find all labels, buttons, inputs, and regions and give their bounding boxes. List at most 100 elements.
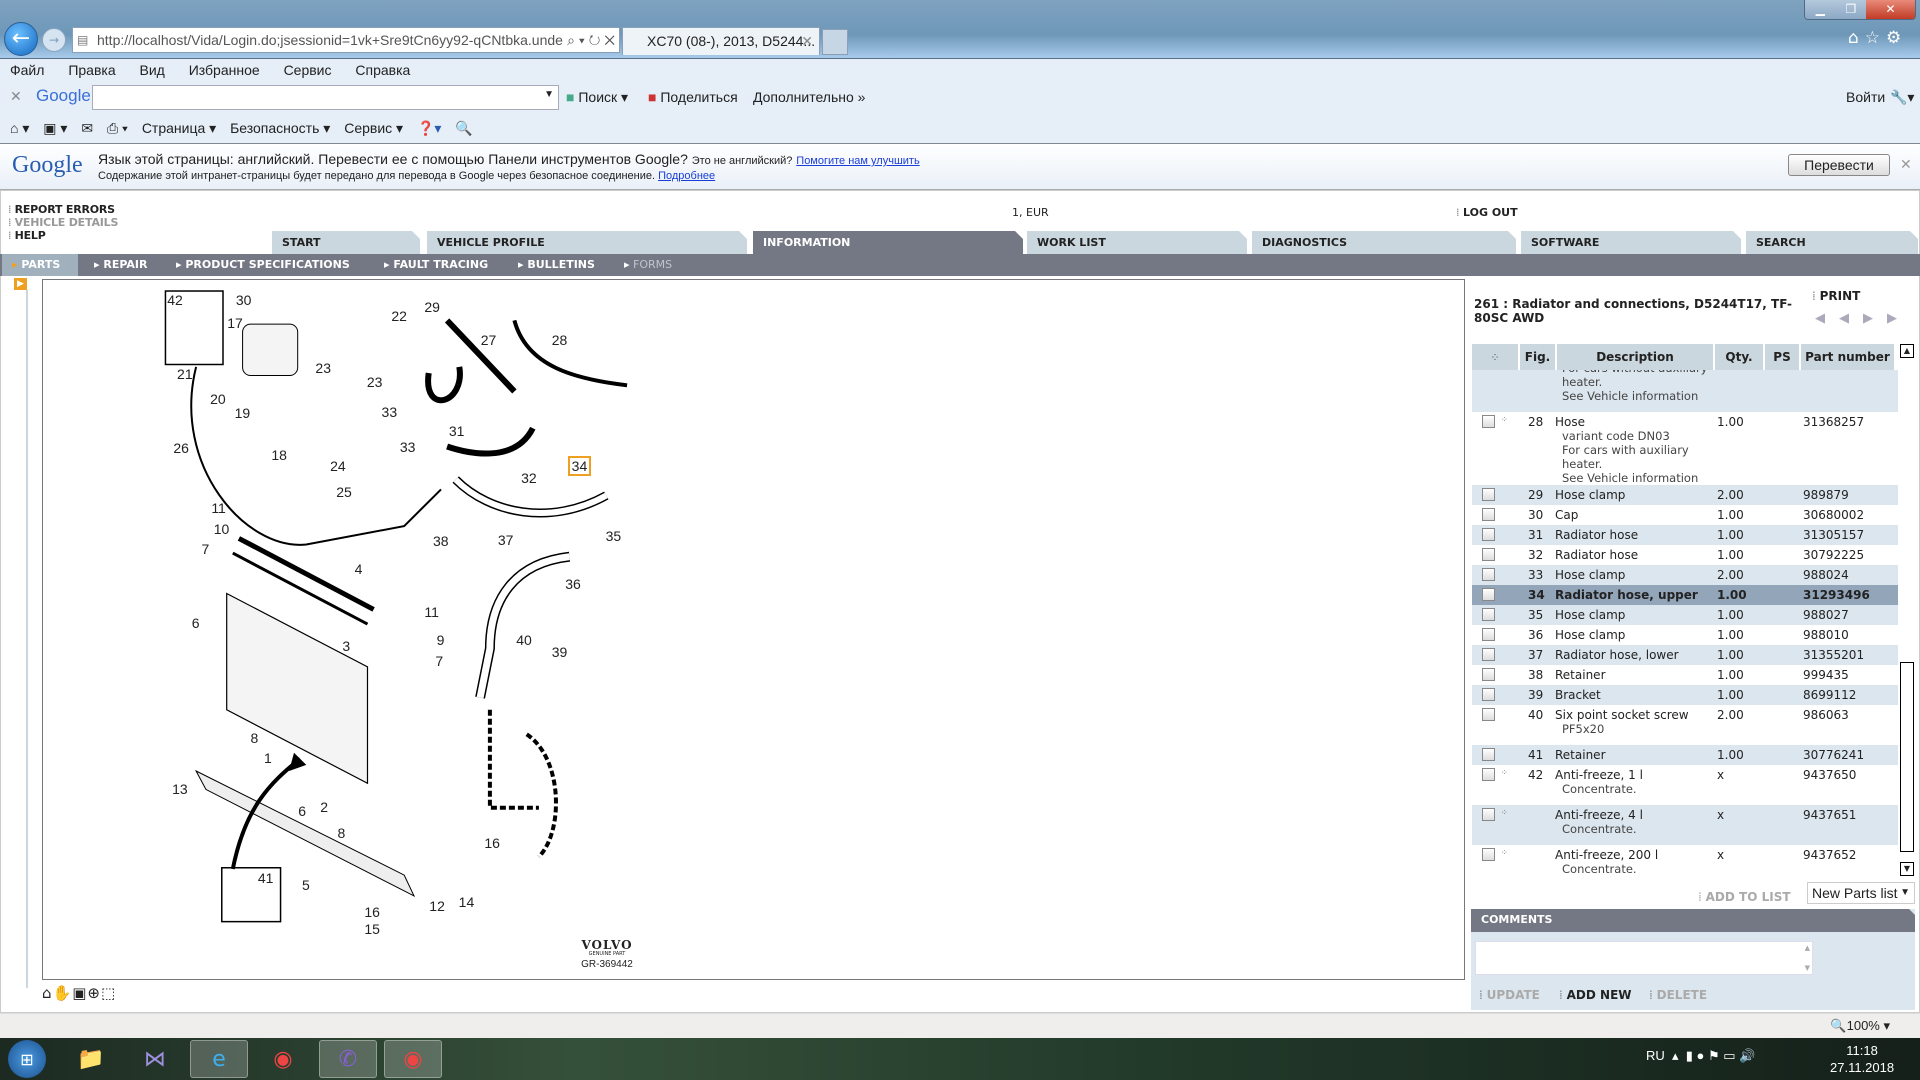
table-row[interactable]: 36 Hose clamp 1.00 988010 [1472, 625, 1898, 645]
row-checkbox[interactable] [1482, 568, 1495, 581]
row-checkbox[interactable] [1482, 528, 1495, 541]
login-button[interactable]: Войти [1846, 89, 1885, 105]
callout-21[interactable]: 21 [177, 366, 193, 382]
subtab-product-specifications[interactable]: PRODUCT SPECIFICATIONS [166, 254, 349, 276]
callout-31[interactable]: 31 [449, 423, 465, 439]
callout-35[interactable]: 35 [606, 528, 622, 544]
callout-8[interactable]: 8 [251, 730, 259, 746]
help-link[interactable]: HELP [8, 229, 46, 242]
callout-16[interactable]: 16 [364, 904, 380, 920]
callout-13[interactable]: 13 [172, 781, 188, 797]
menu-tools[interactable]: Сервис [284, 62, 332, 78]
more-info-link[interactable]: Подробнее [658, 170, 715, 182]
tab-software[interactable]: SOFTWARE [1521, 231, 1741, 254]
page-menu[interactable]: Страница ▾ [142, 120, 216, 136]
table-row[interactable]: 30 Cap 1.00 30680002 [1472, 505, 1898, 525]
callout-42[interactable]: 42 [167, 292, 183, 308]
callout-40[interactable]: 40 [516, 632, 532, 648]
expand-icon[interactable]: ⁘ [1501, 768, 1508, 805]
callout-29[interactable]: 29 [424, 299, 440, 315]
row-checkbox[interactable] [1482, 648, 1495, 661]
row-checkbox[interactable] [1482, 808, 1495, 821]
callout-33[interactable]: 33 [400, 439, 416, 455]
safety-menu[interactable]: Безопасность ▾ [230, 120, 330, 136]
callout-9[interactable]: 9 [437, 632, 445, 648]
table-row[interactable]: 29 Hose clamp 2.00 989879 [1472, 485, 1898, 505]
menu-help[interactable]: Справка [355, 62, 410, 78]
print-link[interactable]: PRINT [1812, 289, 1861, 303]
callout-19[interactable]: 19 [235, 405, 251, 421]
update-button[interactable]: UPDATE [1479, 988, 1540, 1002]
callout-25[interactable]: 25 [336, 484, 352, 500]
expand-icon[interactable]: ⁘ [1501, 848, 1508, 876]
callout-23[interactable]: 23 [367, 374, 383, 390]
chrome-icon[interactable]: ◉ [384, 1040, 442, 1078]
table-row[interactable]: 33 Hose clamp 2.00 988024 [1472, 565, 1898, 585]
callout-17[interactable]: 17 [227, 315, 243, 331]
callout-32[interactable]: 32 [521, 470, 537, 486]
tab-search[interactable]: SEARCH [1746, 231, 1918, 254]
close-toolbar-icon[interactable]: ✕ [10, 88, 22, 105]
callout-12[interactable]: 12 [429, 898, 445, 914]
tab-diagnostics[interactable]: DIAGNOSTICS [1252, 231, 1516, 254]
vehicle-details-link[interactable]: VEHICLE DETAILS [8, 216, 119, 229]
mail-icon[interactable]: ✉ [81, 120, 93, 136]
browser-tab[interactable]: XC70 (08-), 2013, D5244... ✕ [622, 27, 820, 55]
table-row[interactable]: 35 Hose clamp 1.00 988027 [1472, 605, 1898, 625]
callout-5[interactable]: 5 [302, 877, 310, 893]
print-icon[interactable]: ⎙ ▾ [107, 120, 128, 136]
table-scrollbar[interactable]: ▲ ▼ [1900, 344, 1914, 876]
scroll-up-icon[interactable]: ▲ [1900, 344, 1914, 358]
minimize-button[interactable]: ▁ [1805, 0, 1836, 19]
callout-7[interactable]: 7 [202, 541, 210, 557]
new-tab-button[interactable] [822, 29, 848, 55]
tab-information[interactable]: INFORMATION [753, 231, 1023, 254]
callout-6[interactable]: 6 [298, 803, 306, 819]
address-bar[interactable]: ▤ http://localhost/Vida/Login.do;jsessio… [72, 27, 620, 53]
callout-14[interactable]: 14 [459, 894, 475, 910]
table-row[interactable]: 31 Radiator hose 1.00 31305157 [1472, 525, 1898, 545]
close-translate-icon[interactable]: ✕ [1900, 156, 1912, 173]
visual-studio-icon[interactable]: ⋈ [126, 1040, 184, 1078]
more-button[interactable]: Дополнительно » [753, 89, 865, 105]
wrench-icon[interactable]: 🔧▾ [1890, 89, 1914, 106]
help-improve-link[interactable]: Помогите нам улучшить [796, 155, 919, 167]
row-checkbox[interactable] [1482, 848, 1495, 861]
callout-1[interactable]: 1 [264, 750, 272, 766]
tools-menu[interactable]: Сервис ▾ [344, 120, 403, 136]
row-checkbox[interactable] [1482, 548, 1495, 561]
table-row[interactable]: 39 Bracket 1.00 8699112 [1472, 685, 1898, 705]
table-row[interactable]: ⁘ 42 Anti-freeze, 1 l Concentrate. x 9437650 [1472, 765, 1898, 805]
menu-file[interactable]: Файл [10, 62, 44, 78]
row-checkbox[interactable] [1482, 608, 1495, 621]
callout-26[interactable]: 26 [173, 440, 189, 456]
callout-16[interactable]: 16 [484, 835, 500, 851]
close-tab-icon[interactable]: ✕ [801, 28, 813, 54]
row-checkbox[interactable] [1482, 588, 1495, 601]
table-row[interactable]: ⁘ Anti-freeze, 4 l Concentrate. x 9437651 [1472, 805, 1898, 845]
callout-10[interactable]: 10 [214, 521, 230, 537]
callout-4[interactable]: 4 [355, 561, 363, 577]
callout-20[interactable]: 20 [210, 391, 226, 407]
callout-27[interactable]: 27 [481, 332, 497, 348]
scroll-up-icon[interactable]: ▲ [1805, 944, 1810, 952]
logout-link[interactable]: LOG OUT [1456, 206, 1518, 219]
table-row[interactable]: ⁘ Anti-freeze, 200 l Concentrate. x 9437652 [1472, 845, 1898, 876]
table-row[interactable]: 32 Radiator hose 1.00 30792225 [1472, 545, 1898, 565]
tab-start[interactable]: START [272, 231, 420, 254]
google-search-button[interactable]: ■ Поиск ▾ [566, 89, 628, 106]
viber-icon[interactable]: ✆ [319, 1040, 377, 1078]
callout-37[interactable]: 37 [498, 532, 514, 548]
favorites-star-icon[interactable]: ☆ [1865, 28, 1886, 48]
row-checkbox[interactable] [1482, 688, 1495, 701]
menu-edit[interactable]: Правка [68, 62, 115, 78]
add-new-button[interactable]: ADD NEW [1559, 988, 1632, 1002]
callout-24[interactable]: 24 [330, 458, 346, 474]
callout-23[interactable]: 23 [315, 360, 331, 376]
row-checkbox[interactable] [1482, 508, 1495, 521]
expand-sidebar-icon[interactable]: ▶ [14, 278, 27, 290]
col-fig[interactable]: Fig. [1520, 344, 1555, 370]
col-description[interactable]: Description [1557, 344, 1713, 370]
expand-icon[interactable]: ⁘ [1501, 415, 1508, 485]
subtab-parts[interactable]: PARTS [2, 254, 78, 276]
